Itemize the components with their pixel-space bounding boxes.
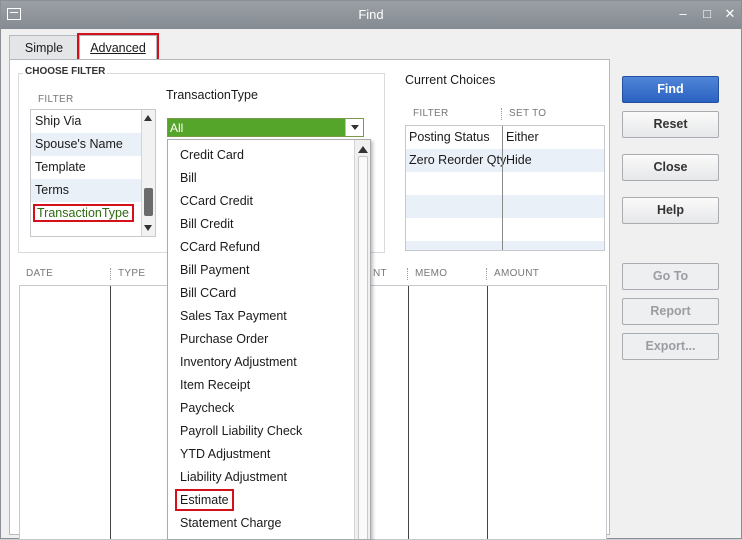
scroll-down-icon[interactable]: [144, 225, 152, 231]
close-button[interactable]: Close: [622, 154, 719, 181]
transaction-type-select[interactable]: All: [167, 118, 364, 137]
type-column-header[interactable]: TYPE: [118, 268, 145, 279]
cc-filter-cell: Zero Reorder Qty: [409, 153, 507, 167]
dropdown-option-highlighted[interactable]: Estimate: [175, 489, 234, 511]
tab-advanced[interactable]: Advanced: [77, 33, 159, 61]
choose-filter-label: CHOOSE FILTER: [23, 66, 108, 77]
column-divider: [408, 286, 409, 539]
dropdown-option[interactable]: Liability Adjustment: [180, 470, 287, 484]
dropdown-option[interactable]: YTD Adjustment: [180, 447, 270, 461]
column-separator: [501, 108, 502, 120]
list-item[interactable]: Template: [31, 156, 155, 179]
cc-set-to-header: SET TO: [509, 108, 547, 119]
scroll-thumb[interactable]: [144, 188, 153, 216]
goto-button-label: Go To: [652, 269, 689, 283]
list-item-selected[interactable]: TransactionType: [31, 202, 155, 225]
dropdown-option[interactable]: Bill Payment: [180, 263, 249, 277]
scroll-up-icon[interactable]: [358, 146, 368, 153]
window-title: Find: [358, 7, 384, 22]
filter-list-scrollbar[interactable]: [141, 110, 155, 236]
column-separator: [486, 268, 487, 280]
table-row: [406, 218, 604, 241]
transaction-type-value: All: [170, 121, 184, 135]
reset-button-label: Reset: [653, 117, 688, 131]
list-item-label: TransactionType: [33, 204, 134, 222]
find-button[interactable]: Find: [622, 76, 719, 103]
list-item[interactable]: Ship Via: [31, 110, 155, 133]
find-window: Find – □ ✕ Simple Advanced CHOOSE FILTER…: [0, 0, 742, 540]
date-column-header[interactable]: DATE: [26, 268, 53, 279]
dropdown-scrollbar[interactable]: [354, 140, 370, 539]
column-divider: [487, 286, 488, 539]
dropdown-option[interactable]: Bill Credit: [180, 217, 234, 231]
cc-filter-header: FILTER: [413, 108, 449, 119]
column-separator: [407, 268, 408, 280]
goto-button[interactable]: Go To: [622, 263, 719, 290]
title-bar: Find – □ ✕: [1, 1, 741, 29]
dropdown-option[interactable]: Sales Tax Payment: [180, 309, 287, 323]
dropdown-option[interactable]: Payroll Liability Check: [180, 424, 302, 438]
cc-filter-cell: Posting Status: [409, 130, 490, 144]
amount-column-header[interactable]: AMOUNT: [494, 268, 539, 279]
table-row: [406, 241, 604, 250]
dropdown-option[interactable]: Credit Card: [180, 148, 244, 162]
minimize-icon[interactable]: –: [674, 6, 692, 22]
transaction-type-dropdown: Credit Card Bill CCard Credit Bill Credi…: [167, 139, 371, 540]
column-divider: [110, 286, 111, 539]
list-item[interactable]: Spouse's Name: [31, 133, 155, 156]
list-item[interactable]: Terms: [31, 179, 155, 202]
export-button-label: Export...: [645, 339, 696, 353]
cc-set-to-cell: Either: [506, 130, 539, 144]
transaction-type-label: TransactionType: [166, 88, 258, 102]
tab-simple[interactable]: Simple: [9, 35, 79, 59]
close-button-label: Close: [653, 160, 688, 174]
dropdown-option[interactable]: Statement Charge: [180, 516, 281, 530]
table-row: [406, 195, 604, 218]
dropdown-option[interactable]: Paycheck: [180, 401, 234, 415]
column-separator: [110, 268, 111, 280]
current-choices-table: Posting Status Either Zero Reorder Qty H…: [405, 125, 605, 251]
filter-list: Ship Via Spouse's Name Template Terms Tr…: [30, 109, 156, 237]
table-row[interactable]: Posting Status Either: [406, 126, 604, 149]
column-divider: [502, 126, 503, 250]
reset-button[interactable]: Reset: [622, 111, 719, 138]
chevron-down-icon[interactable]: [345, 119, 363, 136]
dropdown-option[interactable]: CCard Refund: [180, 240, 260, 254]
dropdown-option[interactable]: Bill CCard: [180, 286, 236, 300]
table-row[interactable]: Zero Reorder Qty Hide: [406, 149, 604, 172]
dropdown-option[interactable]: Purchase Order: [180, 332, 268, 346]
filter-column-header: FILTER: [38, 94, 74, 105]
maximize-icon[interactable]: □: [698, 6, 716, 22]
find-button-label: Find: [657, 82, 684, 96]
help-button[interactable]: Help: [622, 197, 719, 224]
close-icon[interactable]: ✕: [721, 6, 739, 22]
tab-label: Simple: [24, 41, 64, 55]
scroll-up-icon[interactable]: [144, 115, 152, 121]
table-row: [406, 172, 604, 195]
dropdown-option[interactable]: CCard Credit: [180, 194, 253, 208]
dropdown-option[interactable]: Item Receipt: [180, 378, 250, 392]
scroll-thumb[interactable]: [358, 156, 368, 539]
dropdown-option[interactable]: Bill: [180, 171, 197, 185]
report-button[interactable]: Report: [622, 298, 719, 325]
memo-column-header[interactable]: MEMO: [415, 268, 447, 279]
current-choices-label: Current Choices: [405, 73, 496, 87]
dropdown-option[interactable]: Inventory Adjustment: [180, 355, 297, 369]
help-button-label: Help: [656, 203, 685, 217]
account-column-header[interactable]: NT: [373, 268, 387, 279]
report-button-label: Report: [650, 304, 691, 318]
tab-label: Advanced: [90, 41, 146, 55]
export-button[interactable]: Export...: [622, 333, 719, 360]
cc-set-to-cell: Hide: [506, 153, 532, 167]
